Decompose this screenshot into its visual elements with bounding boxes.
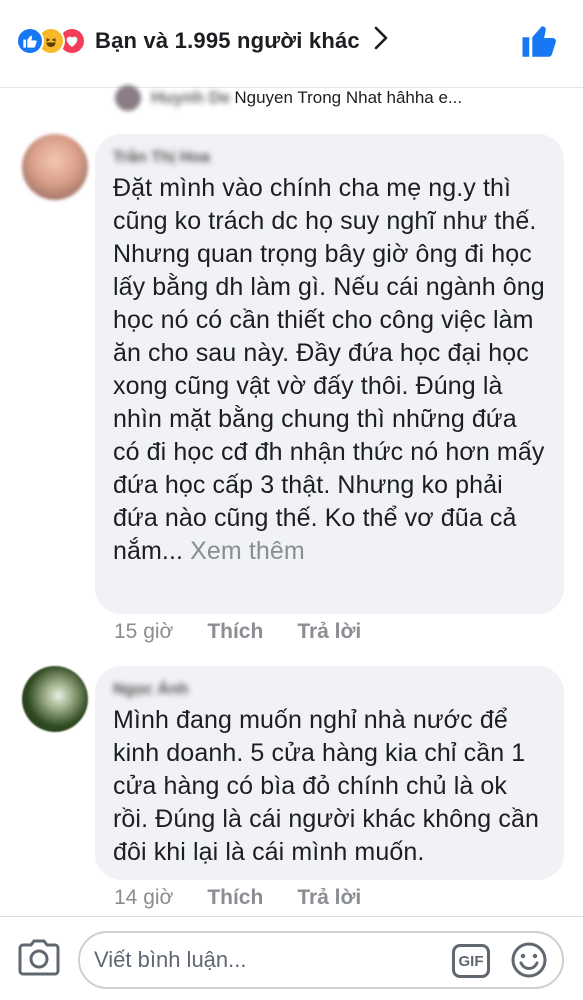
reply-button[interactable]: Trả lời [297, 620, 361, 644]
reply-avatar [115, 85, 141, 111]
comment-time: 14 giờ [114, 886, 174, 909]
like-button[interactable]: Thích [207, 886, 263, 910]
comment-text: Mình đang muốn nghỉ nhà nước để kinh doa… [113, 706, 539, 866]
avatar[interactable] [22, 134, 88, 200]
comment-text: Đặt mình vào chính cha mẹ ng.y thì cũng … [113, 174, 545, 565]
previous-reply-preview[interactable]: Huynh De Nguyen Trong Nhat hâhha e... [115, 85, 463, 111]
see-more-link[interactable]: Xem thêm [190, 537, 305, 565]
reply-preview-text: Nguyen Trong Nhat hâhha e... [234, 88, 463, 107]
emoji-icon[interactable] [510, 941, 548, 984]
reaction-count-text[interactable]: Bạn và 1.995 người khác [95, 28, 360, 54]
reply-button[interactable]: Trả lời [297, 886, 361, 910]
avatar[interactable] [22, 666, 88, 732]
comment-input[interactable] [94, 933, 444, 987]
camera-icon[interactable] [18, 939, 60, 982]
like-post-icon[interactable] [521, 22, 557, 65]
reply-author-name: Huynh De [151, 88, 231, 107]
like-button[interactable]: Thích [207, 620, 263, 644]
comment-bubble[interactable]: Ngọc Ánh Mình đang muốn nghỉ nhà nước để… [95, 666, 564, 880]
like-reaction-icon [16, 26, 44, 55]
comment-time: 15 giờ [114, 620, 174, 643]
comment-author[interactable]: Trần Thị Hoa [113, 148, 546, 168]
comment-author[interactable]: Ngọc Ánh [113, 680, 546, 700]
comment-meta: 15 giờ Thích Trả lời [114, 620, 395, 644]
comment-input-wrapper[interactable]: GIF [78, 931, 564, 989]
gif-button[interactable]: GIF [452, 944, 490, 978]
comment-composer: GIF [0, 916, 583, 1000]
comment-meta: 14 giờ Thích Trả lời [114, 886, 395, 910]
reaction-summary[interactable]: Bạn và 1.995 người khác [16, 26, 388, 55]
reactions-header: Bạn và 1.995 người khác [0, 0, 583, 88]
comment-bubble[interactable]: Trần Thị Hoa Đặt mình vào chính cha mẹ n… [95, 134, 564, 614]
chevron-right-icon[interactable] [374, 26, 388, 55]
